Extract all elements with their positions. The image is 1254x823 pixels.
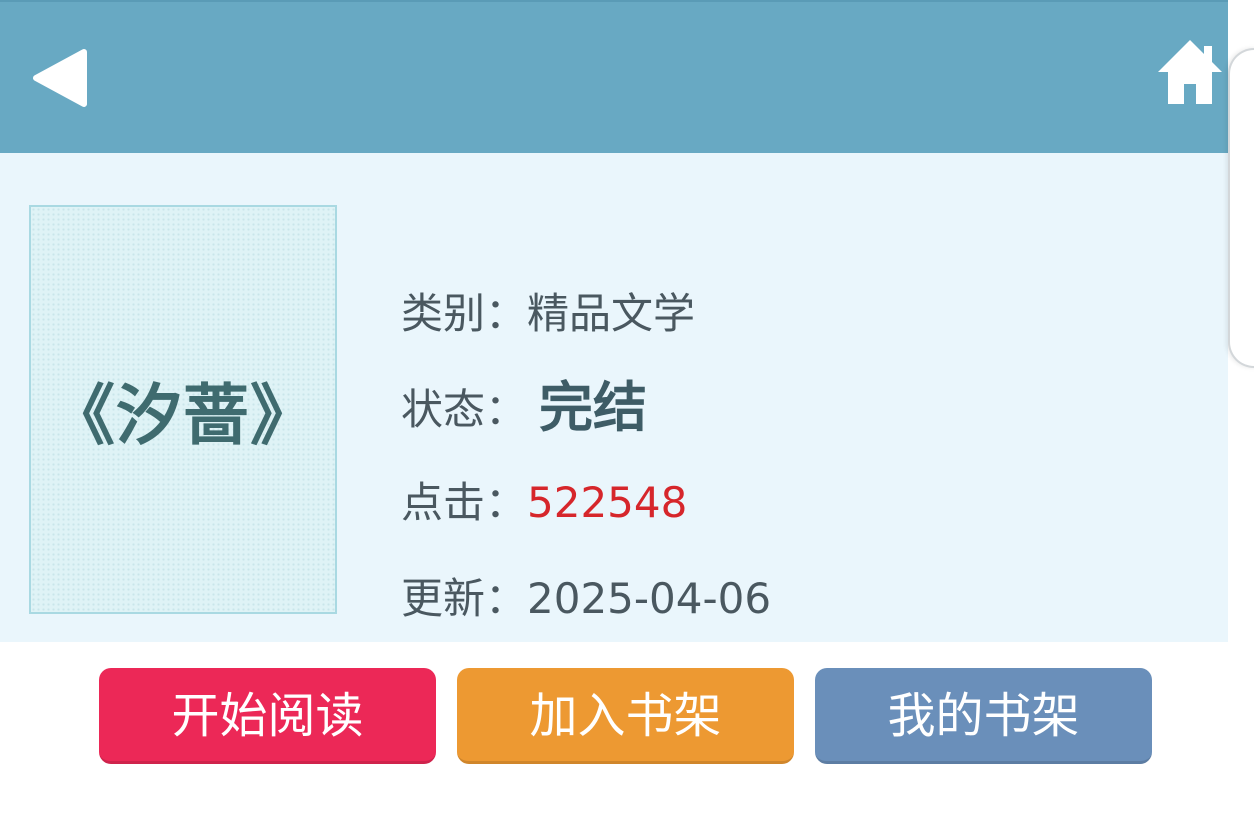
back-arrow-icon (33, 49, 87, 107)
book-detail-screen: 《汐蔷》 类别：精品文学 状态： 完结 点击：522548 更新：2025-04-… (0, 0, 1254, 823)
category-value: 精品文学 (527, 289, 696, 338)
add-to-shelf-button[interactable]: 加入书架 (457, 668, 794, 764)
back-button[interactable] (22, 40, 94, 116)
clicks-label: 点击： (401, 478, 528, 527)
status-label: 状态： (401, 385, 528, 434)
home-button[interactable] (1150, 34, 1230, 114)
clicks-row: 点击：522548 (401, 475, 687, 531)
page-title (200, 60, 800, 100)
category-label: 类别： (401, 289, 528, 338)
my-shelf-button[interactable]: 我的书架 (815, 668, 1152, 764)
category-row: 类别：精品文学 (401, 286, 695, 342)
clicks-value: 522548 (527, 478, 688, 527)
cover-title: 《汐蔷》 (49, 376, 317, 454)
status-value: 完结 (539, 376, 648, 439)
top-bar (0, 0, 1228, 153)
book-info-panel: 《汐蔷》 类别：精品文学 状态： 完结 点击：522548 更新：2025-04-… (0, 153, 1228, 642)
scrollbar-thumb[interactable] (1228, 48, 1254, 368)
updated-label: 更新： (401, 574, 528, 623)
status-row: 状态： 完结 (401, 378, 647, 438)
updated-row: 更新：2025-04-06 (401, 571, 771, 627)
updated-value: 2025-04-06 (527, 574, 772, 623)
home-icon (1158, 40, 1222, 104)
book-cover[interactable]: 《汐蔷》 (29, 205, 337, 614)
start-reading-button[interactable]: 开始阅读 (99, 668, 436, 764)
